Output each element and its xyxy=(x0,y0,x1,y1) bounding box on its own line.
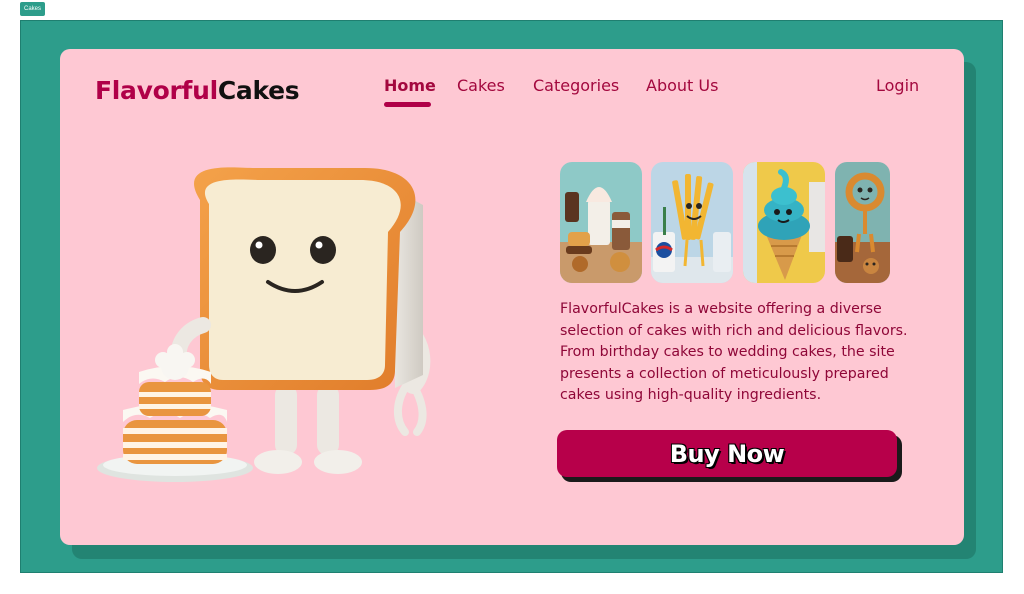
thumbnail-pretzel[interactable] xyxy=(835,162,890,283)
nav-active-indicator xyxy=(384,102,431,107)
brand-logo[interactable]: FlavorfulCakes xyxy=(95,76,300,105)
thumbnail-french-fries[interactable] xyxy=(651,162,733,283)
window-tab-label: Cakes xyxy=(20,2,46,16)
hero-illustration xyxy=(97,167,431,482)
nav-cakes[interactable]: Cakes xyxy=(457,76,505,95)
nav-categories[interactable]: Categories xyxy=(533,76,619,95)
nav-about-us[interactable]: About Us xyxy=(646,76,718,95)
login-link[interactable]: Login xyxy=(876,76,919,95)
nav-home[interactable]: Home xyxy=(384,76,436,95)
thumbnail-blue-ice-cream[interactable] xyxy=(743,162,825,283)
buy-now-button[interactable]: Buy Now xyxy=(557,430,897,477)
site-description: FlavorfulCakes is a website offering a d… xyxy=(560,301,908,404)
brand-logo-part1: Flavorful xyxy=(95,76,218,105)
brand-logo-part2: Cakes xyxy=(217,76,300,105)
thumbnail-ice-cream-snacks[interactable] xyxy=(560,162,642,283)
